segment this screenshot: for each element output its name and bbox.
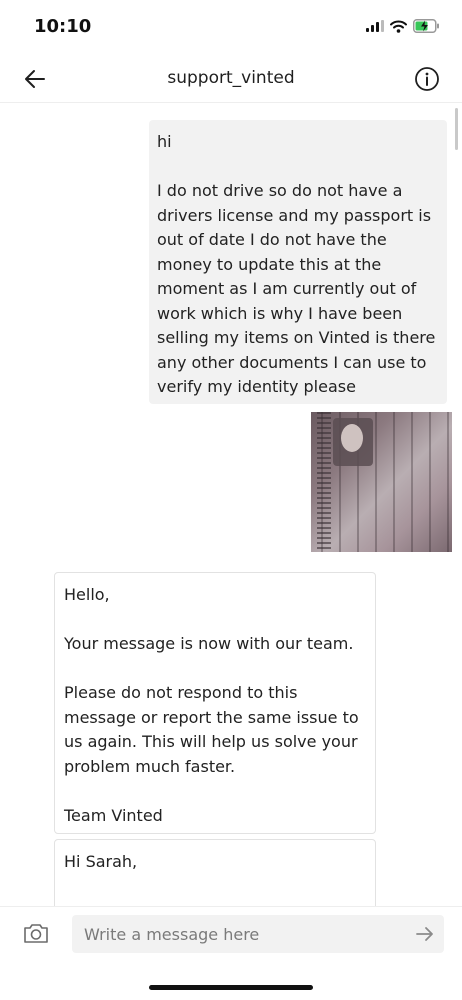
outgoing-message-body: I do not drive so do not have a drivers … bbox=[157, 181, 436, 396]
outgoing-message-bubble: hi I do not drive so do not have a drive… bbox=[149, 120, 447, 404]
incoming-message-line: Please do not respond to this message or… bbox=[64, 683, 359, 776]
status-icons bbox=[366, 19, 440, 33]
home-indicator bbox=[149, 985, 313, 990]
wifi-icon bbox=[390, 20, 407, 33]
signal-icon bbox=[366, 20, 384, 32]
incoming-message-line: Your message is now with our team. bbox=[64, 634, 354, 653]
scrollbar[interactable] bbox=[455, 108, 458, 150]
passport-photo-attachment[interactable] bbox=[311, 412, 452, 552]
incoming-message-bubble: Hello, Your message is now with our team… bbox=[54, 572, 376, 834]
battery-charging-icon bbox=[413, 19, 439, 33]
incoming-message-signature: Team Vinted bbox=[64, 805, 163, 825]
camera-icon[interactable] bbox=[22, 921, 50, 945]
status-time: 10:10 bbox=[34, 16, 92, 37]
message-composer bbox=[0, 906, 462, 969]
send-arrow-icon[interactable] bbox=[416, 925, 434, 943]
conversation-title: support_vinted bbox=[167, 68, 295, 88]
incoming-message-greeting: Hi Sarah, bbox=[64, 852, 138, 871]
outgoing-message-greeting: hi bbox=[157, 132, 172, 151]
conversation-header: support_vinted bbox=[0, 56, 462, 103]
status-bar: 10:10 bbox=[0, 0, 462, 56]
message-input[interactable] bbox=[72, 915, 444, 953]
incoming-message-greeting: Hello, bbox=[64, 585, 110, 604]
info-icon[interactable] bbox=[414, 66, 440, 92]
